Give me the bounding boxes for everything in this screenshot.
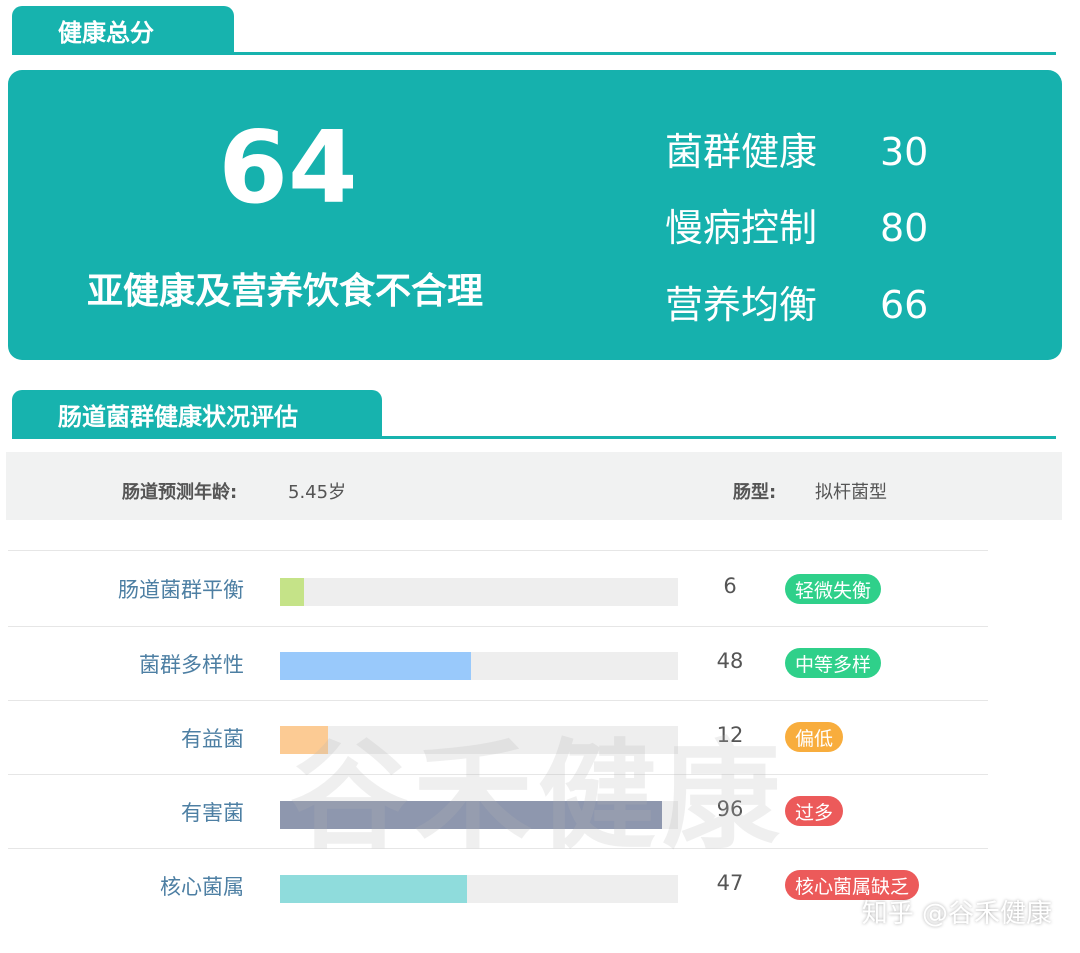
row-value-beneficial: 12 [716,723,744,747]
row-label-balance: 肠道菌群平衡 [118,578,244,602]
status-badge-beneficial: 偏低 [785,722,844,752]
row-divider [8,848,988,849]
metric-value-flora: 30 [880,130,929,174]
row-value-harmful: 96 [716,797,744,821]
row-value-diversity: 48 [716,649,744,673]
row-value-balance: 6 [723,574,737,598]
gut-type-label: 肠型: [733,482,777,503]
footer-credit: 知乎 @谷禾健康 [861,899,1052,929]
metric-value-chronic: 80 [880,206,929,250]
row-label-harmful: 有害菌 [181,801,244,825]
bar-fill-balance [280,578,304,606]
bar-fill-beneficial [280,726,328,754]
row-divider [8,700,988,701]
total-score: 64 [218,109,358,226]
status-badge-harmful: 过多 [785,796,844,826]
row-label-beneficial: 有益菌 [181,727,244,751]
status-badge-diversity: 中等多样 [785,648,882,678]
health-total-divider [12,52,1056,55]
gut-assessment-tab: 肠道菌群健康状况评估 [12,390,382,438]
bar-track-diversity [280,652,678,680]
health-total-tab: 健康总分 [12,6,234,54]
predicted-age-label: 肠道预测年龄: [122,482,238,503]
row-label-core-genera: 核心菌属 [160,875,244,899]
row-divider [8,774,988,775]
bar-track-harmful [280,801,678,829]
row-label-diversity: 菌群多样性 [139,653,244,677]
bar-fill-core-genera [280,875,468,903]
score-description: 亚健康及营养饮食不合理 [86,271,483,312]
bar-fill-diversity [280,652,472,680]
metric-value-nutrition: 66 [880,283,929,327]
status-badge-balance: 轻微失衡 [785,574,882,604]
bar-track-beneficial [280,726,678,754]
bar-track-core-genera [280,875,678,903]
metric-name-nutrition: 营养均衡 [665,283,818,327]
gut-type-value: 拟杆菌型 [815,482,887,503]
predicted-age-value: 5.45岁 [288,482,347,503]
health-total-title: 健康总分 [58,18,154,47]
row-divider [8,550,988,551]
bar-track-balance [280,578,678,606]
bar-fill-harmful [280,801,663,829]
metric-name-chronic: 慢病控制 [665,206,818,250]
metric-name-flora: 菌群健康 [665,130,818,174]
gut-assessment-divider [12,436,1056,439]
row-value-core-genera: 47 [716,871,744,895]
gut-assessment-title: 肠道菌群健康状况评估 [58,402,298,431]
row-divider [8,626,988,627]
